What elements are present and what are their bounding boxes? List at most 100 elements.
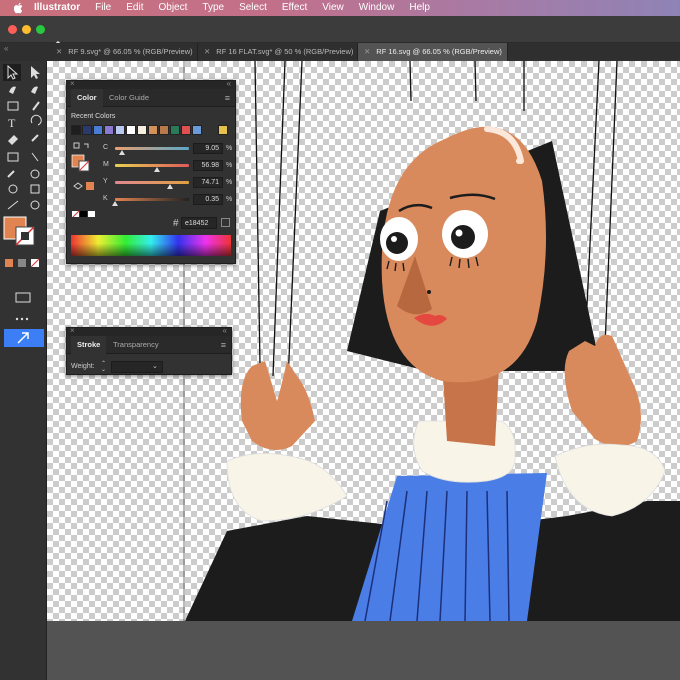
right-hand [564, 334, 641, 447]
recent-color-swatch[interactable] [218, 125, 228, 135]
channel-label-c: C [103, 144, 109, 151]
menu-help[interactable]: Help [409, 0, 430, 16]
minimize-window-button[interactable] [22, 25, 31, 34]
tab-rf9[interactable]: ✕ RF 9.svg* @ 66.05 % (RGB/Preview) [50, 43, 198, 61]
channel-slider-y[interactable] [115, 181, 189, 184]
weight-stepper[interactable]: ⌃ ⌄ [101, 361, 109, 373]
rectangle-tool-icon[interactable] [6, 99, 20, 113]
left-cuff [226, 453, 348, 522]
none-black-white-swatches[interactable] [73, 209, 95, 217]
recent-color-swatch[interactable] [192, 125, 202, 135]
recent-color-swatch[interactable] [104, 125, 114, 135]
tab-transparency[interactable]: Transparency [107, 336, 165, 354]
recent-color-swatch[interactable] [126, 125, 136, 135]
collapse-icon[interactable]: « [223, 326, 227, 335]
channel-value-k[interactable]: 0.35 [193, 194, 223, 205]
channel-slider-m[interactable] [115, 164, 189, 167]
recent-color-swatch[interactable] [115, 125, 125, 135]
selection-tool-icon[interactable] [3, 64, 21, 81]
menu-object[interactable]: Object [158, 0, 187, 16]
close-tab-icon[interactable]: ✕ [364, 47, 370, 56]
channel-value-m[interactable]: 56.98 [193, 160, 223, 171]
percent-unit: % [226, 196, 233, 203]
edit-toolbar-button[interactable] [4, 329, 44, 347]
chevron-down-icon[interactable]: ⌄ [152, 362, 158, 370]
slider-thumb[interactable] [112, 201, 119, 206]
pen-tool-icon[interactable] [6, 83, 20, 97]
recent-color-swatch[interactable] [148, 125, 158, 135]
menu-window[interactable]: Window [359, 0, 395, 16]
recent-color-swatch[interactable] [71, 125, 81, 135]
apple-icon[interactable] [12, 2, 26, 14]
type-tool-icon[interactable] [6, 115, 20, 129]
menu-file[interactable]: File [95, 0, 111, 16]
panel-menu-icon[interactable]: ≡ [225, 93, 230, 103]
direct-selection-tool-icon[interactable] [28, 64, 42, 78]
slider-thumb[interactable] [154, 167, 161, 172]
scissors-tool-icon[interactable] [28, 133, 42, 147]
recent-color-swatch[interactable] [181, 125, 191, 135]
left-hand [240, 361, 315, 450]
stroke-panel: « × Stroke Transparency ≡ Weight: ⌃ ⌄ ⌄ [66, 326, 232, 375]
shape-builder-tool-icon[interactable] [28, 151, 42, 165]
slider-thumb[interactable] [118, 150, 125, 155]
collapse-icon[interactable]: « [227, 79, 231, 88]
recent-color-swatch[interactable] [82, 125, 92, 135]
channel-slider-c[interactable] [115, 147, 189, 150]
menu-effect[interactable]: Effect [282, 0, 307, 16]
recent-colors-row [71, 125, 229, 135]
tab-color-guide[interactable]: Color Guide [103, 89, 155, 107]
menu-app[interactable]: Illustrator [34, 0, 80, 16]
slider-thumb[interactable] [167, 184, 174, 189]
close-icon[interactable]: × [70, 326, 75, 335]
recent-color-swatch[interactable] [159, 125, 169, 135]
percent-unit: % [226, 179, 233, 186]
weight-label: Weight: [71, 363, 95, 370]
recent-color-swatch[interactable] [170, 125, 180, 135]
menu-view[interactable]: View [322, 0, 344, 16]
collapse-panels-icon[interactable]: « [4, 44, 8, 53]
tools-panel: T [0, 61, 47, 680]
channel-label-y: Y [103, 178, 108, 185]
panel-drag-bar[interactable]: « × [67, 326, 231, 336]
free-transform-tool-icon[interactable] [6, 151, 20, 165]
recent-color-swatch[interactable] [93, 125, 103, 135]
close-tab-icon[interactable]: ✕ [204, 47, 210, 56]
menu-select[interactable]: Select [239, 0, 267, 16]
close-window-button[interactable] [8, 25, 17, 34]
recent-color-swatch[interactable] [137, 125, 147, 135]
out-of-gamut-icon[interactable] [221, 218, 230, 227]
tab-label: RF 9.svg* @ 66.05 % (RGB/Preview) [68, 47, 193, 56]
tab-color[interactable]: Color [71, 89, 103, 107]
screen-mode-icon[interactable] [16, 289, 30, 303]
tab-rf16-flat[interactable]: ✕ RF 16 FLAT.svg* @ 50 % (RGB/Preview) [198, 43, 358, 61]
channel-value-c[interactable]: 9.05 [193, 143, 223, 154]
window-title-bar [0, 16, 680, 51]
channel-value-y[interactable]: 74.71 [193, 177, 223, 188]
tab-stroke[interactable]: Stroke [71, 336, 107, 354]
close-icon[interactable]: × [70, 79, 75, 88]
eraser-tool-icon[interactable] [6, 133, 20, 147]
menu-edit[interactable]: Edit [126, 0, 143, 16]
percent-unit: % [226, 162, 233, 169]
tab-label: RF 16 FLAT.svg* @ 50 % (RGB/Preview) [216, 47, 354, 56]
hex-input[interactable]: e18452 [181, 217, 217, 229]
eyedropper-tool-icon[interactable] [6, 167, 20, 181]
close-tab-icon[interactable]: ✕ [56, 47, 62, 56]
channel-slider-k[interactable] [115, 198, 189, 201]
curvature-tool-icon[interactable] [28, 83, 42, 97]
panel-menu-icon[interactable]: ≡ [221, 340, 226, 350]
channel-label-m: M [103, 161, 109, 168]
panel-drag-bar[interactable]: « × [67, 79, 235, 89]
more-tools-icon[interactable] [14, 313, 30, 323]
zoom-tool-icon[interactable] [28, 167, 42, 181]
brush-tool-icon[interactable] [28, 99, 42, 113]
zoom-window-button[interactable] [36, 25, 45, 34]
menu-type[interactable]: Type [202, 0, 224, 16]
fill-swatch[interactable] [72, 155, 84, 167]
fill-stroke-swatch[interactable] [4, 217, 34, 247]
tab-rf16[interactable]: ✕ RF 16.svg @ 66.05 % (RGB/Preview) [358, 43, 508, 61]
color-spectrum-bar[interactable] [71, 235, 231, 256]
rotate-tool-icon[interactable] [28, 115, 42, 129]
channel-label-k: K [103, 195, 108, 202]
